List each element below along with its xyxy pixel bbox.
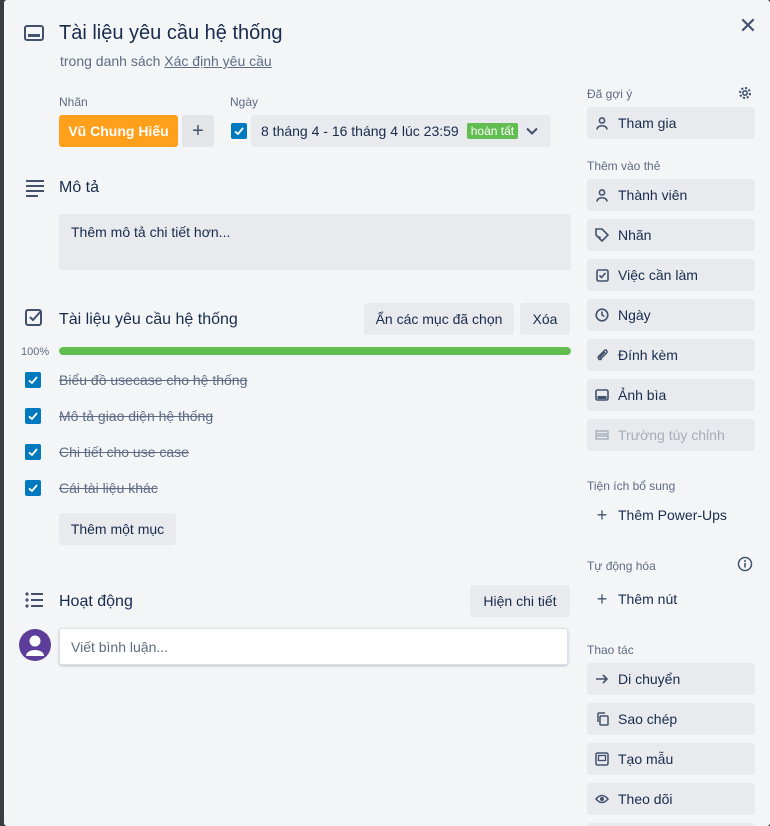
date-range: 8 tháng 4 - 16 tháng 4 lúc 23:59 (261, 123, 459, 139)
cover-label: Ảnh bìa (618, 387, 667, 403)
person-icon (595, 188, 609, 202)
tag-icon (595, 228, 609, 242)
checklist-item[interactable]: Biểu đồ usecase cho hệ thống (59, 372, 247, 388)
add-power-ups-button[interactable]: + Thêm Power-Ups (587, 499, 755, 531)
join-label: Tham gia (618, 115, 677, 131)
user-avatar-icon (26, 635, 44, 656)
due-date-button[interactable]: 8 tháng 4 - 16 tháng 4 lúc 23:59 hoàn tấ… (251, 115, 551, 147)
power-ups-heading: Tiện ích bổ sung (587, 479, 676, 493)
copy-button[interactable]: Sao chép (587, 703, 755, 735)
activity-icon (25, 592, 43, 608)
card-icon (24, 25, 44, 41)
show-details-button[interactable]: Hiện chi tiết (470, 585, 570, 617)
copy-label: Sao chép (618, 711, 678, 727)
hide-checked-button[interactable]: Ẩn các mục đã chọn (364, 303, 514, 335)
check-icon (28, 412, 38, 421)
dates-label: Ngày (618, 307, 651, 323)
list-prefix: trong danh sách (60, 53, 165, 69)
list-breadcrumb: trong danh sách Xác định yêu cầu (60, 53, 272, 69)
dates-button[interactable]: Ngày (587, 299, 755, 331)
activity-heading: Hoạt động (59, 593, 133, 610)
checklist-progress-percent: 100% (21, 346, 50, 358)
status-badge: hoàn tất (466, 123, 519, 139)
info-icon[interactable] (737, 556, 753, 572)
description-icon (26, 180, 44, 197)
members-label: Thành viên (618, 187, 688, 203)
labels-heading: Nhãn (59, 95, 88, 109)
checklist-item[interactable]: Chi tiết cho use case (59, 444, 189, 460)
list-link[interactable]: Xác định yêu cầu (164, 53, 271, 69)
members-button[interactable]: Thành viên (587, 179, 755, 211)
chevron-down-icon (526, 127, 538, 135)
plus-icon: + (596, 504, 608, 525)
checklist-item-checkbox[interactable] (25, 444, 41, 460)
labels-label: Nhãn (618, 227, 652, 243)
checklist-button[interactable]: Việc cần làm (587, 259, 755, 291)
attachment-label: Đính kèm (618, 347, 678, 363)
arrow-right-icon (595, 672, 609, 686)
join-button[interactable]: Tham gia (587, 107, 755, 139)
move-button[interactable]: Di chuyển (587, 663, 755, 695)
gear-icon[interactable] (737, 85, 753, 101)
copy-icon (595, 712, 609, 726)
move-label: Di chuyển (618, 671, 681, 687)
card-detail-modal: Tài liệu yêu cầu hệ thống trong danh sác… (4, 0, 770, 826)
add-to-card-heading: Thêm vào thẻ (587, 159, 661, 173)
check-icon (234, 127, 244, 136)
checklist-icon (595, 268, 609, 282)
description-heading: Mô tả (59, 179, 100, 196)
add-label-button[interactable]: + (182, 115, 214, 147)
description-input[interactable]: Thêm mô tả chi tiết hơn... (59, 214, 571, 270)
card-cover-icon (595, 388, 609, 402)
date-complete-checkbox[interactable] (231, 123, 247, 139)
cover-button[interactable]: Ảnh bìa (587, 379, 755, 411)
labels-button[interactable]: Nhãn (587, 219, 755, 251)
card-title[interactable]: Tài liệu yêu cầu hệ thống (59, 22, 283, 45)
automation-heading: Tự động hóa (587, 559, 656, 573)
watch-label: Theo dõi (618, 791, 673, 807)
checklist-item-checkbox[interactable] (25, 480, 41, 496)
paperclip-icon (595, 348, 609, 362)
label-chip[interactable]: Vũ Chung Hiếu (59, 115, 178, 147)
close-icon[interactable]: ✕ (738, 15, 758, 37)
checklist-item[interactable]: Mô tả giao diện hệ thống (59, 408, 213, 424)
watch-button[interactable]: Theo dõi (587, 783, 755, 815)
person-icon (595, 116, 609, 130)
checklist-item[interactable]: Cái tài liệu khác (59, 480, 158, 496)
checklist-icon (25, 309, 42, 326)
checklist-progress-bar (59, 347, 571, 355)
add-power-ups-label: Thêm Power-Ups (618, 507, 727, 523)
checklist-item-checkbox[interactable] (25, 408, 41, 424)
actions-heading: Thao tác (587, 643, 634, 657)
make-template-button[interactable]: Tạo mẫu (587, 743, 755, 775)
comment-input[interactable]: Viết bình luận... (59, 628, 568, 665)
custom-fields-button[interactable]: Trường tùy chỉnh (587, 419, 755, 451)
avatar[interactable] (19, 629, 51, 661)
add-button-button[interactable]: + Thêm nút (587, 583, 755, 615)
clock-icon (595, 308, 609, 322)
progress-fill (59, 347, 571, 355)
add-checklist-item-button[interactable]: Thêm một mục (59, 513, 176, 545)
make-template-label: Tạo mẫu (618, 751, 674, 767)
checklist-item-checkbox[interactable] (25, 372, 41, 388)
template-icon (595, 752, 609, 766)
add-button-label: Thêm nút (618, 591, 678, 607)
delete-checklist-button[interactable]: Xóa (520, 303, 570, 335)
suggested-heading: Đã gợi ý (587, 87, 633, 101)
dates-heading: Ngày (230, 95, 259, 109)
checklist-title[interactable]: Tài liệu yêu cầu hệ thống (59, 311, 238, 329)
check-icon (28, 376, 38, 385)
check-icon (28, 448, 38, 457)
eye-icon (595, 792, 609, 806)
custom-field-icon (595, 428, 609, 442)
custom-fields-label: Trường tùy chỉnh (618, 427, 725, 443)
checklist-label: Việc cần làm (618, 267, 698, 283)
plus-icon: + (596, 588, 608, 609)
attachment-button[interactable]: Đính kèm (587, 339, 755, 371)
check-icon (28, 484, 38, 493)
